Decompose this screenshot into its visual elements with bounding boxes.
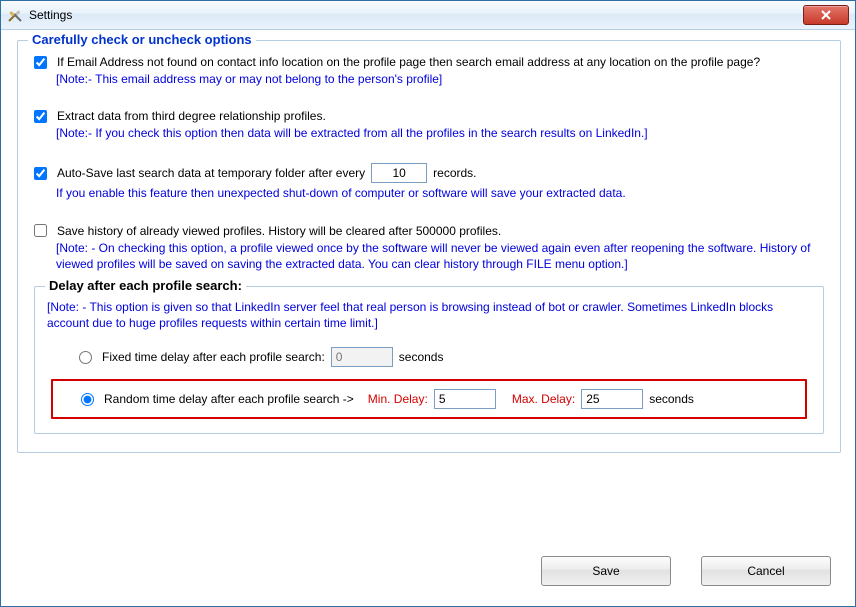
save-button[interactable]: Save [541,556,671,586]
random-delay-highlight: Random time delay after each profile sea… [51,379,807,419]
delay-note: [Note: - This option is given so that Li… [47,299,811,331]
settings-body: Carefully check or uncheck options If Em… [1,30,855,467]
input-autosave-records[interactable] [371,163,427,183]
delay-group: Delay after each profile search: [Note: … [34,286,824,434]
opt-save-history: Save history of already viewed profiles.… [34,224,824,272]
settings-window: Settings Carefully check or uncheck opti… [0,0,856,607]
close-button[interactable] [803,5,849,25]
window-title: Settings [29,8,72,22]
radio-fixed-delay[interactable] [79,351,92,364]
label-fixed-delay: Fixed time delay after each profile sear… [102,350,325,364]
checkbox-third-degree[interactable] [34,110,47,123]
label-save-history: Save history of already viewed profiles.… [57,224,501,238]
close-icon [820,10,832,20]
delay-title: Delay after each profile search: [45,278,246,293]
note-autosave: If you enable this feature then unexpect… [56,185,824,201]
label-max-delay: Max. Delay: [512,392,575,406]
input-min-delay[interactable] [434,389,496,409]
label-third-degree: Extract data from third degree relations… [57,109,326,123]
note-save-history: [Note: - On checking this option, a prof… [56,240,824,272]
cancel-button[interactable]: Cancel [701,556,831,586]
label-autosave-post: records. [433,166,476,180]
label-autosave-pre: Auto-Save last search data at temporary … [57,166,365,180]
radio-random-delay[interactable] [81,393,94,406]
row-fixed-delay: Fixed time delay after each profile sear… [75,339,811,375]
opt-third-degree: Extract data from third degree relations… [34,109,824,141]
input-max-delay[interactable] [581,389,643,409]
label-random-delay: Random time delay after each profile sea… [104,392,354,406]
group-title: Carefully check or uncheck options [28,32,256,47]
checkbox-autosave[interactable] [34,167,47,180]
label-email-any-location: If Email Address not found on contact in… [57,55,760,69]
label-random-unit: seconds [649,392,694,406]
options-group: Carefully check or uncheck options If Em… [17,40,841,453]
note-third-degree: [Note:- If you check this option then da… [56,125,824,141]
checkbox-email-any-location[interactable] [34,56,47,69]
titlebar: Settings [1,1,855,30]
dialog-buttons: Save Cancel [541,556,831,586]
opt-autosave: Auto-Save last search data at temporary … [34,163,824,201]
label-fixed-unit: seconds [399,350,444,364]
note-email-any-location: [Note:- This email address may or may no… [56,71,824,87]
checkbox-save-history[interactable] [34,224,47,237]
settings-icon [7,7,23,23]
input-fixed-delay [331,347,393,367]
opt-email-any-location: If Email Address not found on contact in… [34,55,824,87]
label-min-delay: Min. Delay: [368,392,428,406]
